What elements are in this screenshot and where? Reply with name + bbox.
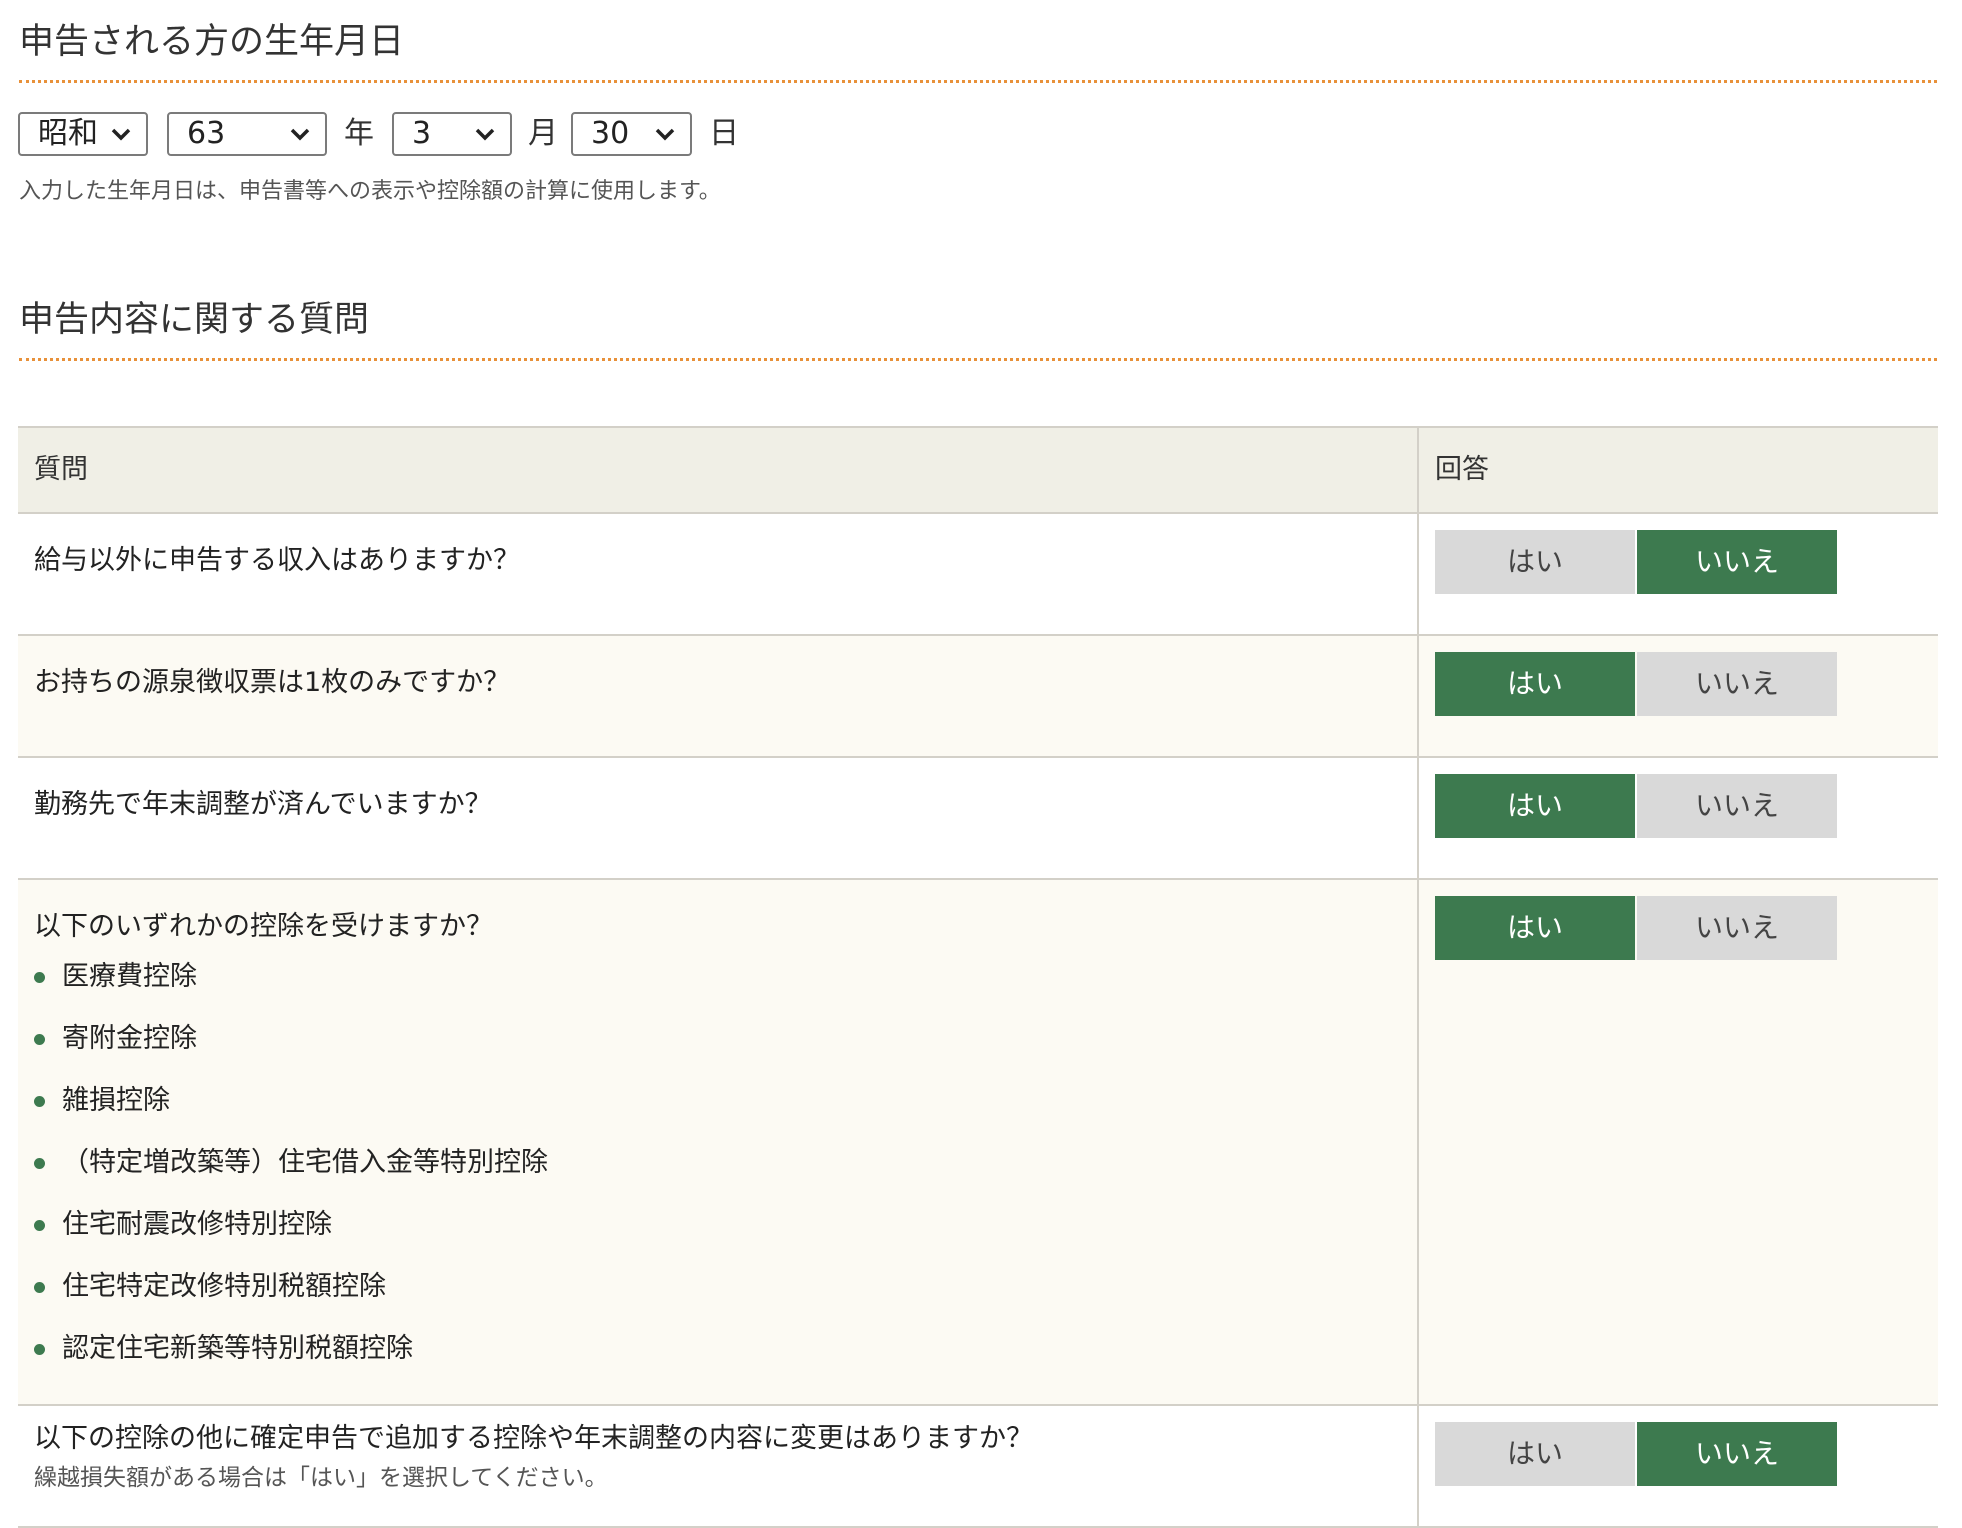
question-column-header: 質問 — [18, 426, 1419, 514]
list-item: 寄附金控除 — [34, 1020, 1401, 1058]
list-item: （特定増改築等）住宅借入金等特別控除 — [34, 1144, 1401, 1182]
list-item: 医療費控除 — [34, 958, 1401, 996]
deduction-list: 医療費控除 寄附金控除 雑損控除 （特定増改築等）住宅借入金等特別控除 住宅耐震… — [34, 958, 1401, 1368]
chevron-down-icon — [475, 128, 495, 141]
yes-no-toggle: はい いいえ — [1435, 774, 1837, 838]
answer-column-header: 回答 — [1418, 426, 1938, 514]
answer-cell: はい いいえ — [1418, 512, 1938, 636]
day-unit-label: 日 — [709, 116, 739, 151]
yes-button[interactable]: はい — [1435, 530, 1635, 594]
no-button[interactable]: いいえ — [1637, 1422, 1837, 1486]
birthdate-note: 入力した生年月日は、申告書等への表示や控除額の計算に使用します。 — [19, 179, 721, 204]
section-divider — [19, 358, 1937, 361]
chevron-down-icon — [290, 128, 310, 141]
section-divider — [19, 80, 1937, 83]
list-item: 雑損控除 — [34, 1082, 1401, 1120]
yes-no-toggle: はい いいえ — [1435, 1422, 1837, 1486]
table-row: お持ちの源泉徴収票は1枚のみですか？ はい いいえ — [18, 634, 1938, 758]
no-button[interactable]: いいえ — [1637, 652, 1837, 716]
yes-button[interactable]: はい — [1435, 774, 1635, 838]
question-text: お持ちの源泉徴収票は1枚のみですか？ — [34, 667, 511, 698]
answer-cell: はい いいえ — [1418, 634, 1938, 758]
day-select[interactable]: 30 — [571, 112, 692, 156]
no-button[interactable]: いいえ — [1637, 530, 1837, 594]
question-text: 以下のいずれかの控除を受けますか？ 医療費控除 寄附金控除 雑損控除 （特定増改… — [18, 880, 1417, 1368]
bullet-dot-icon — [34, 1220, 45, 1231]
bullet-dot-icon — [34, 1034, 45, 1045]
day-select-value: 30 — [591, 116, 630, 151]
chevron-down-icon — [655, 128, 675, 141]
table-header-row: 質問 回答 — [18, 426, 1938, 514]
question-text-main: 以下のいずれかの控除を受けますか？ — [34, 911, 493, 942]
yes-no-toggle: はい いいえ — [1435, 530, 1837, 594]
question-cell: お持ちの源泉徴収票は1枚のみですか？ — [18, 634, 1419, 758]
bullet-dot-icon — [34, 1096, 45, 1107]
question-text: 給与以外に申告する収入はありますか？ — [34, 545, 520, 576]
year-select-value: 63 — [187, 116, 226, 151]
table-row: 以下の控除の他に確定申告で追加する控除や年末調整の内容に変更はありますか？ 繰越… — [18, 1404, 1938, 1528]
birth-section-title: 申告される方の生年月日 — [19, 22, 405, 62]
question-cell: 以下のいずれかの控除を受けますか？ 医療費控除 寄附金控除 雑損控除 （特定増改… — [18, 878, 1419, 1406]
yes-no-toggle: はい いいえ — [1435, 652, 1837, 716]
question-text-main: 以下の控除の他に確定申告で追加する控除や年末調整の内容に変更はありますか？ — [34, 1423, 1033, 1454]
answer-cell: はい いいえ — [1418, 756, 1938, 880]
year-unit-label: 年 — [344, 116, 374, 151]
era-select-value: 昭和 — [38, 116, 98, 151]
answer-cell: はい いいえ — [1418, 878, 1938, 1406]
table-row: 以下のいずれかの控除を受けますか？ 医療費控除 寄附金控除 雑損控除 （特定増改… — [18, 878, 1938, 1406]
list-item: 住宅耐震改修特別控除 — [34, 1206, 1401, 1244]
table-row: 給与以外に申告する収入はありますか？ はい いいえ — [18, 512, 1938, 636]
question-text: 以下の控除の他に確定申告で追加する控除や年末調整の内容に変更はありますか？ 繰越… — [18, 1406, 1417, 1494]
bullet-dot-icon — [34, 1344, 45, 1355]
month-select[interactable]: 3 — [392, 112, 512, 156]
month-select-value: 3 — [412, 116, 432, 151]
bullet-dot-icon — [34, 972, 45, 983]
yes-button[interactable]: はい — [1435, 1422, 1635, 1486]
question-table: 質問 回答 給与以外に申告する収入はありますか？ はい いいえ お持ちの源泉徴収… — [18, 426, 1938, 1528]
no-button[interactable]: いいえ — [1637, 896, 1837, 960]
question-cell: 勤務先で年末調整が済んでいますか？ — [18, 756, 1419, 880]
year-select[interactable]: 63 — [167, 112, 327, 156]
answer-cell: はい いいえ — [1418, 1404, 1938, 1528]
table-row: 勤務先で年末調整が済んでいますか？ はい いいえ — [18, 756, 1938, 880]
bullet-dot-icon — [34, 1158, 45, 1169]
yes-button[interactable]: はい — [1435, 896, 1635, 960]
question-section-title: 申告内容に関する質問 — [19, 300, 370, 340]
era-select[interactable]: 昭和 — [18, 112, 148, 156]
question-cell: 以下の控除の他に確定申告で追加する控除や年末調整の内容に変更はありますか？ 繰越… — [18, 1404, 1419, 1528]
question-subnote: 繰越損失額がある場合は「はい」を選択してください。 — [34, 1465, 608, 1491]
no-button[interactable]: いいえ — [1637, 774, 1837, 838]
bullet-dot-icon — [34, 1282, 45, 1293]
chevron-down-icon — [111, 128, 131, 141]
yes-no-toggle: はい いいえ — [1435, 896, 1837, 960]
yes-button[interactable]: はい — [1435, 652, 1635, 716]
question-text: 勤務先で年末調整が済んでいますか？ — [34, 789, 492, 820]
month-unit-label: 月 — [528, 116, 558, 151]
list-item: 住宅特定改修特別税額控除 — [34, 1268, 1401, 1306]
question-cell: 給与以外に申告する収入はありますか？ — [18, 512, 1419, 636]
list-item: 認定住宅新築等特別税額控除 — [34, 1330, 1401, 1368]
